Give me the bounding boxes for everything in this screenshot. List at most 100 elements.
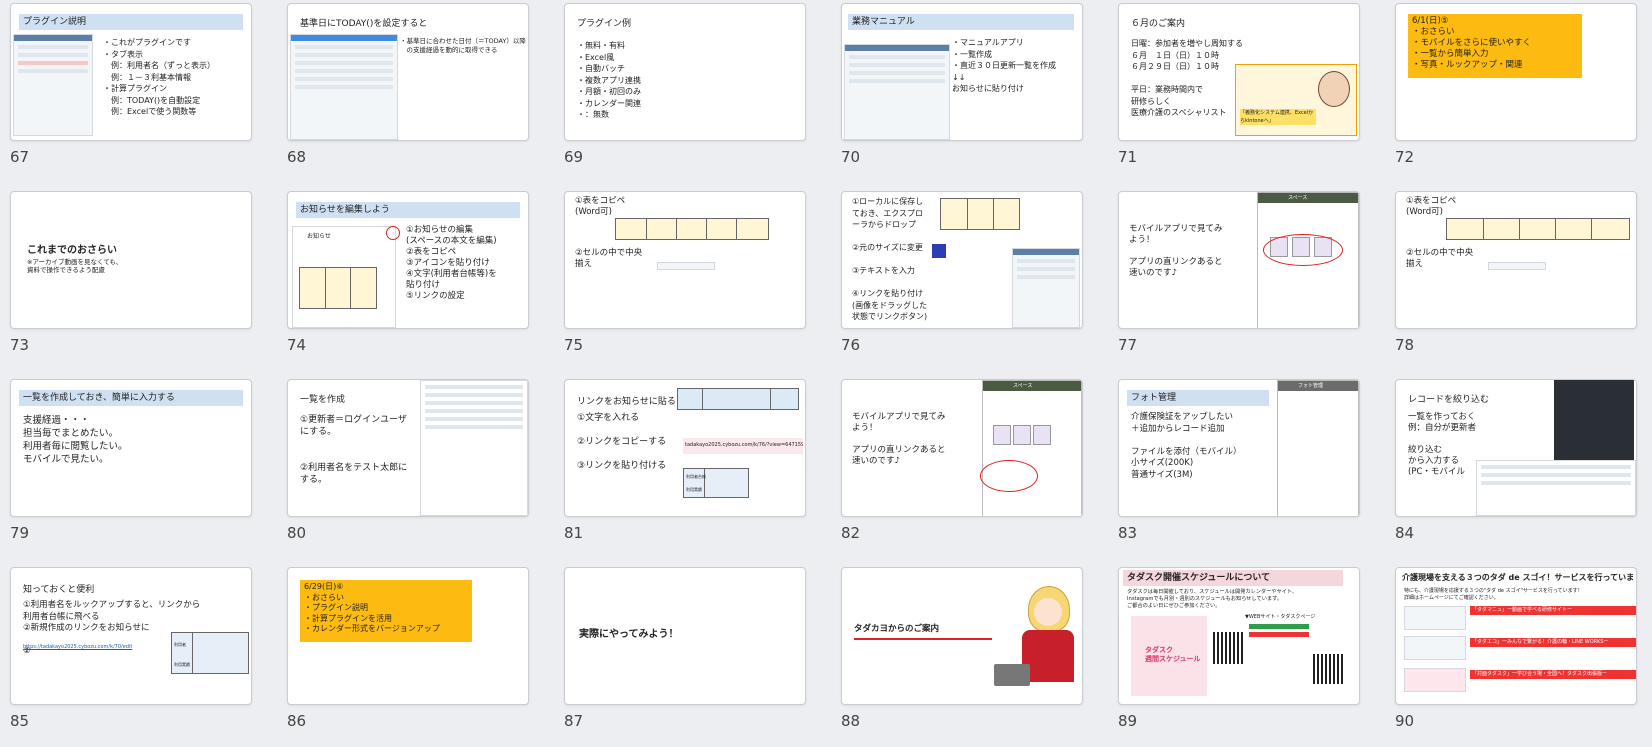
- link-bar: [1249, 632, 1309, 637]
- slide-preview[interactable]: タダカヨからのご案内: [841, 567, 1083, 705]
- slide-thumbnail-80[interactable]: 一覧を作成 ①更新者＝ログインユーザ にする。 ②利用者名をテスト太郎に する。…: [287, 379, 529, 557]
- slide-thumbnail-88[interactable]: タダカヨからのご案内 88: [841, 567, 1083, 745]
- slide-number: 70: [841, 148, 861, 166]
- slide-header: 介護現場を支える３つのタダ de スゴイ！サービスを行っています！: [1398, 570, 1634, 586]
- slide-number: 68: [287, 148, 307, 166]
- slide-preview[interactable]: ６月のご案内 日曜：参加者を増やし周知する ６月 １日（日）１０時 ６月２９日（…: [1118, 3, 1360, 141]
- slide-number: 79: [10, 524, 30, 542]
- mobile-screenshot: スペース: [982, 380, 1082, 516]
- slide-header: タダスク開催スケジュールについて: [1123, 570, 1343, 586]
- mascot-face: [1034, 598, 1062, 626]
- slide-title: レコードを絞り込む: [1408, 395, 1490, 405]
- slide-title: 知っておくと便利: [23, 585, 95, 595]
- slide-thumbnail-77[interactable]: モバイルアプリで見てみ よう！ アプリの直リンクあると 速いのです♪ スペース …: [1118, 191, 1360, 369]
- slide-thumbnail-70[interactable]: 業務マニュアル ・マニュアルアプリ ・一覧作成 ・直近３０日更新一覧を作成 ↓↓…: [841, 3, 1083, 181]
- slide-thumbnail-78[interactable]: ①表をコピペ (Word可) ②セルの中で中央 揃え 78: [1395, 191, 1637, 369]
- slide-preview[interactable]: 実際にやってみよう！: [564, 567, 806, 705]
- schedule-poster: タダスク 週間スケジュール: [1131, 616, 1207, 696]
- slide-preview[interactable]: これまでのおさらい ※アーカイブ動画を見なくても、 資料で操作できるよう配慮: [10, 191, 252, 329]
- service-banner: 「タダマニュ」一動画で学べる研修サイトー: [1470, 606, 1636, 615]
- slide-preview[interactable]: タダスク開催スケジュールについて タダスクは毎日開催しており、スケジュールは開発…: [1118, 567, 1360, 705]
- slide-thumbnail-84[interactable]: レコードを絞り込む 一覧を作っておく 例：自分が更新者 絞り込む から入力する …: [1395, 379, 1637, 557]
- slide-preview[interactable]: レコードを絞り込む 一覧を作っておく 例：自分が更新者 絞り込む から入力する …: [1395, 379, 1637, 517]
- new-record-link[interactable]: https://tadakayo2025.cybozu.com/k/70/edi…: [23, 642, 132, 654]
- slide-thumbnail-79[interactable]: 一覧を作成しておき、簡単に入力する 支援経過・・・ 担当毎でまとめたい。 利用者…: [10, 379, 252, 557]
- slide-preview[interactable]: 業務マニュアル ・マニュアルアプリ ・一覧作成 ・直近３０日更新一覧を作成 ↓↓…: [841, 3, 1083, 141]
- slide-preview[interactable]: お知らせを編集しよう お知らせ ①お知らせの編集 (スペースの本文を編集) ②表…: [287, 191, 529, 329]
- slide-body: ・これがプラグインです ・タブ表示 例：利用者名（ずっと表示） 例：１－３利基本…: [103, 38, 215, 116]
- dark-screenshot: [1554, 380, 1634, 460]
- slide-thumbnail-68[interactable]: 基準日にTODAY()を設定すると ・基準日に合わせた日付（＝TODAY）以降 …: [287, 3, 529, 181]
- slide-thumbnail-83[interactable]: フォト管理 介護保険証をアップしたい ＋追加からレコード追加 ファイルを添付（モ…: [1118, 379, 1360, 557]
- app-screenshot: [1476, 460, 1636, 516]
- highlight-circle: [386, 226, 400, 240]
- slide-number: 78: [1395, 336, 1415, 354]
- icon-table: [299, 267, 377, 309]
- slide-preview[interactable]: モバイルアプリで見てみ よう！ アプリの直リンクあると 速いのです♪ スペース: [841, 379, 1083, 517]
- slide-preview[interactable]: 6/1(日)⑤ ・おさらい ・モバイルをさらに使いやすく ・一覧から簡単入力 ・…: [1395, 3, 1637, 141]
- slide-body: ①お知らせの編集 (スペースの本文を編集) ②表をコピペ ③アイコンを貼り付け …: [406, 225, 497, 301]
- step-1-text: ①表をコピペ (Word可): [1406, 196, 1457, 217]
- slide-number: 67: [10, 148, 30, 166]
- slide-number: 80: [287, 524, 307, 542]
- slide-preview[interactable]: 一覧を作成 ①更新者＝ログインユーザ にする。 ②利用者名をテスト太郎に する。: [287, 379, 529, 517]
- slide-header: 業務マニュアル: [848, 14, 1074, 30]
- slide-preview[interactable]: モバイルアプリで見てみ よう！ アプリの直リンクあると 速いのです♪ スペース: [1118, 191, 1360, 329]
- step-2-text: ②セルの中で中央 揃え: [1406, 248, 1474, 269]
- slide-header: 一覧を作成しておき、簡単に入力する: [19, 390, 243, 406]
- slide-thumbnail-75[interactable]: ①表をコピペ (Word可) ②セルの中で中央 揃え 75: [564, 191, 806, 369]
- service-thumbnail: [1404, 606, 1466, 630]
- slide-preview[interactable]: ①表をコピペ (Word可) ②セルの中で中央 揃え: [1395, 191, 1637, 329]
- slide-thumbnail-89[interactable]: タダスク開催スケジュールについて タダスクは毎日開催しており、スケジュールは開発…: [1118, 567, 1360, 745]
- slide-number: 82: [841, 524, 861, 542]
- slide-body: 日曜：参加者を増やし周知する ６月 １日（日）１０時 ６月２９日（日）１０時 平…: [1131, 39, 1243, 117]
- slide-preview[interactable]: リンクをお知らせに貼る ①文字を入れる ②リンクをコピーする ③リンクを貼り付け…: [564, 379, 806, 517]
- slide-number: 69: [564, 148, 584, 166]
- step-1-text: ①表をコピペ (Word可): [575, 196, 626, 217]
- app-screenshot: [1012, 248, 1080, 328]
- slide-thumbnail-85[interactable]: 知っておくと便利 ①利用者名をルックアップすると、リンクから 利用者台帳に飛べる…: [10, 567, 252, 745]
- slide-title: プラグイン例: [577, 19, 632, 29]
- slide-preview[interactable]: 一覧を作成しておき、簡単に入力する 支援経過・・・ 担当毎でまとめたい。 利用者…: [10, 379, 252, 517]
- slide-preview[interactable]: 介護現場を支える３つのタダ de スゴイ！サービスを行っています！ 特にも、介護…: [1395, 567, 1637, 705]
- slide-preview[interactable]: ①表をコピペ (Word可) ②セルの中で中央 揃え: [564, 191, 806, 329]
- slide-thumbnail-69[interactable]: プラグイン例 ・無料・有料 ・Excel風 ・自動バッチ ・複数アプリ連携 ・月…: [564, 3, 806, 181]
- copied-table: [1446, 218, 1630, 240]
- slide-body: モバイルアプリで見てみ よう！ アプリの直リンクあると 速いのです♪: [852, 412, 946, 466]
- slide-thumbnail-90[interactable]: 介護現場を支える３つのタダ de スゴイ！サービスを行っています！ 特にも、介護…: [1395, 567, 1637, 745]
- slide-preview[interactable]: プラグイン例 ・無料・有料 ・Excel風 ・自動バッチ ・複数アプリ連携 ・月…: [564, 3, 806, 141]
- slide-thumbnail-87[interactable]: 実際にやってみよう！ 87: [564, 567, 806, 745]
- slide-thumbnail-67[interactable]: プラグイン説明 ・これがプラグインです ・タブ表示 例：利用者名（ずっと表示） …: [10, 3, 252, 181]
- laptop-illustration: [994, 664, 1030, 686]
- qr-code: [1213, 632, 1245, 664]
- table-cell: 利用者: [174, 642, 186, 647]
- slide-thumbnail-86[interactable]: 6/29(日)⑥ ・おさらい ・プラグイン説明 ・計算プラグインを活用 ・カレン…: [287, 567, 529, 745]
- slide-body: 特にも、介護現場を応援する３つの"タダ de スゴイ"サービスを行っています！ …: [1404, 588, 1583, 601]
- slide-preview[interactable]: 6/29(日)⑥ ・おさらい ・プラグイン説明 ・計算プラグインを活用 ・カレン…: [287, 567, 529, 705]
- table-preview: [677, 388, 799, 410]
- slide-thumbnail-73[interactable]: これまでのおさらい ※アーカイブ動画を見なくても、 資料で操作できるよう配慮 7…: [10, 191, 252, 369]
- slide-thumbnail-74[interactable]: お知らせを編集しよう お知らせ ①お知らせの編集 (スペースの本文を編集) ②表…: [287, 191, 529, 369]
- slide-preview[interactable]: ①ローカルに保存し ておき、エクスプロ ーラからドロップ ②元のサイズに変更 ③…: [841, 191, 1083, 329]
- slide-number: 76: [841, 336, 861, 354]
- poster-title: タダスク 週間スケジュール: [1145, 646, 1201, 663]
- slide-preview[interactable]: フォト管理 介護保険証をアップしたい ＋追加からレコード追加 ファイルを添付（モ…: [1118, 379, 1360, 517]
- service-banner: 「対面タダスク」一学び合う場・全国へ！タダスク出張版ー: [1470, 670, 1636, 679]
- slide-body: ・マニュアルアプリ ・一覧作成 ・直近３０日更新一覧を作成 ↓↓ お知らせに貼り…: [952, 38, 1056, 93]
- phone-title: スペース: [1258, 193, 1358, 203]
- table-cell: 利用実績: [686, 487, 702, 492]
- slide-thumbnail-72[interactable]: 6/1(日)⑤ ・おさらい ・モバイルをさらに使いやすく ・一覧から簡単入力 ・…: [1395, 3, 1637, 181]
- slide-number: 73: [10, 336, 30, 354]
- phone-title: スペース: [983, 381, 1081, 391]
- slide-preview[interactable]: 知っておくと便利 ①利用者名をルックアップすると、リンクから 利用者台帳に飛べる…: [10, 567, 252, 705]
- slide-preview[interactable]: 基準日にTODAY()を設定すると ・基準日に合わせた日付（＝TODAY）以降 …: [287, 3, 529, 141]
- slide-title: リンクをお知らせに貼る: [577, 397, 676, 407]
- slide-body: ①ローカルに保存し ておき、エクスプロ ーラからドロップ ②元のサイズに変更 ③…: [852, 197, 928, 321]
- slide-thumbnail-76[interactable]: ①ローカルに保存し ておき、エクスプロ ーラからドロップ ②元のサイズに変更 ③…: [841, 191, 1083, 369]
- slide-number: 88: [841, 712, 861, 730]
- slide-preview[interactable]: プラグイン説明 ・これがプラグインです ・タブ表示 例：利用者名（ずっと表示） …: [10, 3, 252, 141]
- slide-thumbnail-81[interactable]: リンクをお知らせに貼る ①文字を入れる ②リンクをコピーする ③リンクを貼り付け…: [564, 379, 806, 557]
- slide-thumbnail-71[interactable]: ６月のご案内 日曜：参加者を増やし周知する ６月 １日（日）１０時 ６月２９日（…: [1118, 3, 1360, 181]
- link-table: 利用者台帳 利用実績: [683, 468, 749, 498]
- slide-thumbnail-82[interactable]: モバイルアプリで見てみ よう！ アプリの直リンクあると 速いのです♪ スペース …: [841, 379, 1083, 557]
